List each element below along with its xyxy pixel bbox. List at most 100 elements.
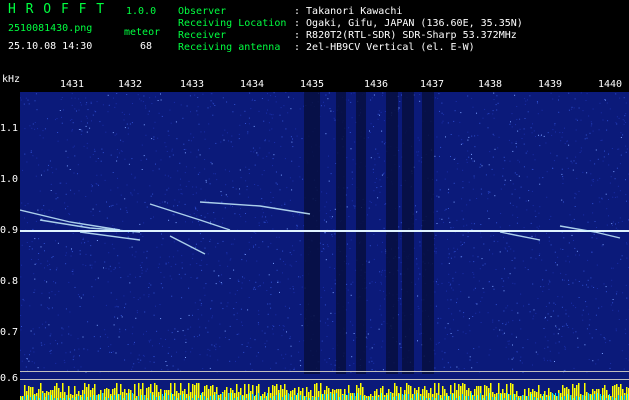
activity-bar-cyan	[459, 396, 460, 400]
activity-bar-cyan	[582, 395, 583, 400]
activity-bar-cyan	[585, 396, 586, 400]
activity-bar	[580, 394, 582, 400]
activity-bar	[298, 387, 300, 400]
activity-bar	[304, 396, 306, 400]
activity-bar-cyan	[477, 395, 478, 400]
activity-bar	[166, 390, 168, 400]
activity-bar-cyan	[387, 395, 388, 400]
activity-bar-cyan	[468, 396, 469, 400]
activity-bar	[106, 388, 108, 400]
meteor-count: 68	[140, 41, 153, 52]
y-tick-label: 1.1	[0, 123, 19, 134]
activity-bar-cyan	[570, 395, 571, 400]
activity-bar	[592, 389, 594, 400]
activity-bar-cyan	[27, 395, 28, 400]
activity-bar-cyan	[489, 393, 490, 400]
meteor-label: meteor	[124, 27, 161, 38]
y-tick-label: 0.7	[0, 327, 19, 338]
activity-bar	[442, 386, 444, 400]
activity-bar-cyan	[375, 396, 376, 400]
activity-bar-cyan	[390, 393, 391, 400]
x-tick-label: 1433	[180, 79, 205, 90]
activity-bar	[614, 385, 616, 400]
activity-bar	[100, 390, 102, 400]
activity-bar	[340, 389, 342, 400]
activity-bar	[274, 386, 276, 400]
activity-bar	[206, 385, 208, 400]
activity-bar	[550, 392, 552, 400]
x-tick-label: 1435	[300, 79, 325, 90]
activity-bar	[538, 385, 540, 400]
activity-bar	[76, 394, 78, 400]
activity-bar-cyan	[141, 395, 142, 400]
activity-bar-cyan	[99, 395, 100, 400]
activity-bar-cyan	[228, 393, 229, 400]
location-value: : Ogaki, Gifu, JAPAN (136.60E, 35.35N)	[294, 18, 523, 29]
activity-bar-cyan	[471, 393, 472, 400]
activity-bar	[262, 394, 264, 400]
activity-bar	[448, 396, 450, 400]
activity-bar-cyan	[624, 395, 625, 400]
dark-band	[402, 92, 414, 374]
activity-bar	[64, 392, 66, 400]
activity-bar	[82, 390, 84, 400]
activity-bar	[436, 393, 438, 400]
activity-bar	[118, 394, 120, 400]
activity-bar-cyan	[243, 396, 244, 400]
activity-bar	[532, 389, 534, 400]
activity-bar	[382, 386, 384, 400]
activity-bar	[178, 393, 180, 400]
activity-bar-cyan	[213, 395, 214, 400]
activity-bar	[220, 394, 222, 400]
activity-bar	[94, 384, 96, 400]
activity-bar	[226, 387, 228, 400]
activity-bar-cyan	[420, 396, 421, 400]
activity-bar	[208, 389, 210, 400]
activity-bar-cyan	[132, 393, 133, 400]
activity-bar	[418, 387, 420, 400]
activity-bar	[136, 396, 138, 400]
activity-bar-cyan	[273, 396, 274, 400]
activity-bar-cyan	[357, 393, 358, 400]
activity-bar-cyan	[423, 396, 424, 400]
activity-bar	[22, 396, 24, 400]
activity-bar-cyan	[138, 396, 139, 400]
activity-bar-cyan	[501, 394, 502, 400]
activity-bar	[334, 390, 336, 400]
activity-bar	[466, 390, 468, 400]
activity-bar	[572, 384, 574, 400]
activity-bar-cyan	[621, 396, 622, 400]
activity-bar	[352, 393, 354, 400]
activity-bar-cyan	[216, 394, 217, 400]
unit-label: kHz	[2, 74, 21, 85]
activity-bar	[160, 389, 162, 400]
activity-bar-cyan	[591, 395, 592, 400]
activity-bar-cyan	[66, 395, 67, 400]
activity-bar-cyan	[480, 393, 481, 400]
activity-bar	[238, 392, 240, 400]
dark-band	[336, 92, 346, 374]
activity-bar-cyan	[189, 396, 190, 400]
x-tick-label: 1438	[478, 79, 503, 90]
activity-bar	[412, 394, 414, 400]
activity-bar-cyan	[531, 394, 532, 400]
activity-bar-cyan	[84, 394, 85, 400]
activity-bar-cyan	[96, 395, 97, 400]
activity-bar	[424, 386, 426, 400]
activity-bar-cyan	[438, 395, 439, 400]
y-tick-label: 0.6	[0, 373, 19, 384]
activity-bar	[496, 393, 498, 400]
activity-bar-cyan	[222, 393, 223, 400]
activity-bar	[370, 394, 372, 400]
activity-bar	[502, 389, 504, 400]
file-name: 2510081430.png	[8, 23, 93, 34]
activity-bar-cyan	[597, 393, 598, 400]
activity-bar-cyan	[48, 395, 49, 400]
dark-band	[386, 92, 398, 374]
activity-bar-cyan	[447, 395, 448, 400]
activity-bar	[556, 396, 558, 400]
activity-bar	[268, 387, 270, 400]
activity-bar-cyan	[396, 396, 397, 400]
activity-bar-cyan	[402, 394, 403, 400]
activity-bar-cyan	[42, 393, 43, 400]
